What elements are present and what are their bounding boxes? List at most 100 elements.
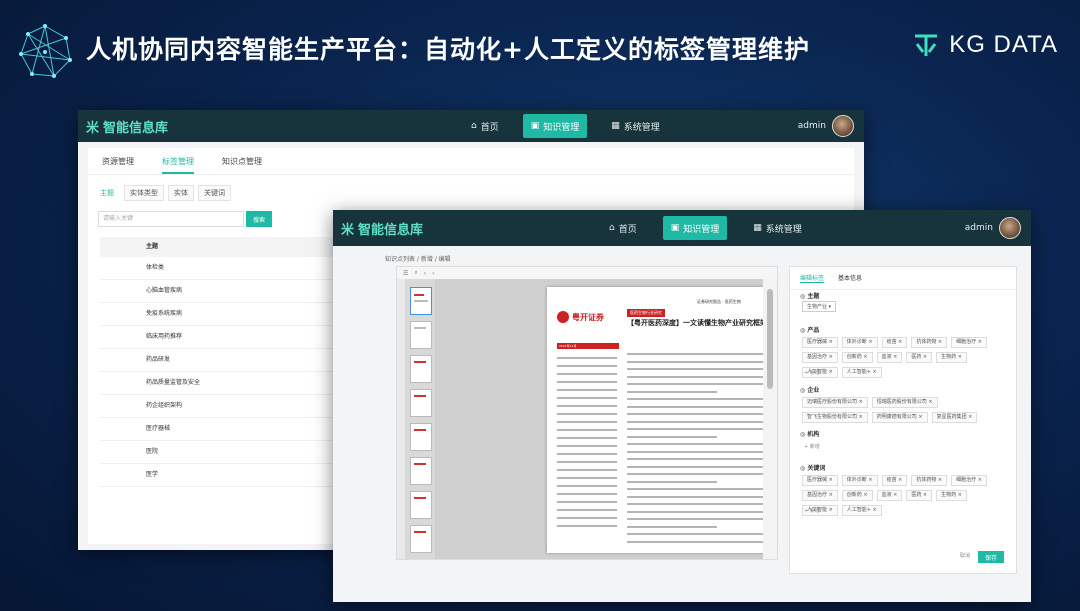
text-line bbox=[627, 390, 717, 393]
text-line bbox=[627, 488, 765, 490]
text-line bbox=[557, 461, 617, 463]
scroll-thumb[interactable] bbox=[767, 289, 773, 389]
text-line bbox=[627, 368, 765, 370]
text-line bbox=[627, 525, 717, 528]
page-thumbnail[interactable] bbox=[410, 355, 432, 383]
tab-edit-tags[interactable]: 编辑标签 bbox=[800, 273, 825, 283]
search-icon[interactable]: ⌕ bbox=[414, 269, 417, 277]
subtab-entity[interactable]: 实体 bbox=[168, 185, 194, 201]
broker-name: 粤开证券 bbox=[572, 312, 604, 322]
text-line bbox=[627, 375, 765, 378]
network-globe-icon bbox=[19, 24, 72, 78]
app-logo[interactable]: ⽶ 智能信息库 bbox=[341, 219, 423, 238]
product-chip[interactable]: 医疗器械 × bbox=[802, 337, 838, 348]
keyword-chip[interactable]: 血液 × bbox=[876, 490, 903, 501]
keyword-chip[interactable]: 医疗器械 × bbox=[802, 475, 838, 486]
nav-home-label: 首页 bbox=[480, 122, 499, 133]
nav-knowledge[interactable]: ▣ 知识管理 bbox=[522, 114, 588, 138]
nav-knowledge[interactable]: ▣ 知识管理 bbox=[662, 216, 728, 240]
page-thumbnail[interactable] bbox=[410, 287, 432, 315]
product-chip[interactable]: 生物药 × bbox=[936, 352, 967, 363]
nav-system-label: 系统管理 bbox=[765, 224, 802, 235]
text-line bbox=[557, 525, 617, 527]
user-menu[interactable]: admin bbox=[965, 210, 1021, 246]
text-line bbox=[557, 421, 617, 423]
add-keyword-button[interactable]: + 新增 bbox=[804, 507, 820, 514]
page-thumbnail[interactable] bbox=[410, 423, 432, 451]
nav-home[interactable]: ⌂ 首页 bbox=[463, 114, 507, 138]
subtab-topic[interactable]: 主题 bbox=[94, 185, 120, 201]
page-thumbnail[interactable] bbox=[410, 491, 432, 519]
page-thumbnail[interactable] bbox=[410, 321, 432, 349]
keyword-chip[interactable]: 人工智能+ × bbox=[841, 505, 882, 516]
search-button[interactable]: 搜索 bbox=[246, 211, 272, 227]
text-line bbox=[627, 435, 717, 438]
nav-system[interactable]: ▦ 系统管理 bbox=[745, 216, 810, 240]
product-chip[interactable]: 医药 × bbox=[906, 352, 933, 363]
company-chip[interactable]: 智飞生物股份有限公司 × bbox=[802, 412, 868, 423]
cancel-button[interactable]: 取消 bbox=[960, 552, 970, 559]
text-line bbox=[557, 389, 617, 391]
sidebar-toggle-icon[interactable]: ☰ bbox=[403, 270, 408, 277]
text-line bbox=[557, 437, 617, 439]
company-chip[interactable]: 药明康德有限公司 × bbox=[871, 412, 928, 423]
text-line bbox=[627, 450, 765, 453]
subtab-keyword[interactable]: 关键词 bbox=[198, 185, 231, 201]
username: admin bbox=[964, 223, 993, 233]
tab-tags[interactable]: 标签管理 bbox=[162, 156, 194, 174]
report-tag: 医药生物行业研究 bbox=[627, 309, 665, 317]
product-chip[interactable]: 创新药 × bbox=[841, 352, 873, 363]
save-button[interactable]: 保存 bbox=[978, 551, 1004, 563]
keyword-chip[interactable]: 体外诊断 × bbox=[841, 475, 878, 486]
text-line bbox=[627, 360, 765, 363]
add-product-button[interactable]: + 新增 bbox=[804, 369, 820, 376]
text-line bbox=[557, 365, 617, 367]
keyword-chip[interactable]: 生物药 × bbox=[936, 490, 967, 501]
product-chip[interactable]: 细胞治疗 × bbox=[951, 337, 987, 348]
keyword-chip[interactable]: 基因治疗 × bbox=[802, 490, 838, 501]
avatar[interactable] bbox=[999, 217, 1021, 239]
subtab-entity-type[interactable]: 实体类型 bbox=[124, 185, 164, 201]
page-thumbnail[interactable] bbox=[410, 457, 432, 485]
add-org-button[interactable]: + 新增 bbox=[804, 443, 820, 450]
app-logo-text: 智能信息库 bbox=[103, 120, 169, 136]
product-chip[interactable]: 疫苗 × bbox=[881, 337, 908, 348]
section-topic: ◎ 主题 bbox=[800, 293, 820, 300]
avatar[interactable] bbox=[832, 115, 854, 137]
keyword-chip[interactable]: 疫苗 × bbox=[881, 475, 908, 486]
tab-basic-info[interactable]: 基本信息 bbox=[838, 273, 862, 283]
user-menu[interactable]: admin bbox=[798, 110, 854, 142]
topic-select[interactable]: 生物产业 ▾ bbox=[802, 301, 837, 312]
company-chip[interactable]: 复星医药集团 × bbox=[931, 412, 978, 423]
keyword-chip[interactable]: 医药 × bbox=[906, 490, 933, 501]
prev-page-icon[interactable]: ‹ bbox=[424, 270, 426, 277]
product-chip[interactable]: 血液 × bbox=[876, 352, 903, 363]
viewer-scrollbar[interactable] bbox=[763, 279, 777, 559]
nav-home[interactable]: ⌂ 首页 bbox=[601, 216, 645, 240]
tab-knowledge-points[interactable]: 知识点管理 bbox=[222, 156, 262, 174]
page-thumbnail[interactable] bbox=[410, 525, 432, 553]
product-chip[interactable]: 抗体药物 × bbox=[911, 337, 948, 348]
company-chip[interactable]: 恒瑞医药股份有限公司 × bbox=[871, 397, 938, 408]
keyword-chip[interactable]: 抗体药物 × bbox=[911, 475, 948, 486]
document-tagging-window: ⽶ 智能信息库 ⌂ 首页 ▣ 知识管理 ▦ 系统管理 admin 知识点列表 / 新增… bbox=[333, 210, 1031, 602]
text-line bbox=[627, 413, 765, 415]
nav-system[interactable]: ▦ 系统管理 bbox=[603, 114, 668, 138]
page-thumbnail[interactable] bbox=[410, 389, 432, 417]
breadcrumb: 知识点列表 / 新增 / 编辑 bbox=[385, 256, 451, 263]
report-header-line: 证券研究报告 · 医药生物 bbox=[697, 299, 741, 304]
product-chip[interactable]: 体外诊断 × bbox=[841, 337, 878, 348]
text-line bbox=[627, 540, 765, 543]
product-chip[interactable]: 基因治疗 × bbox=[802, 352, 838, 363]
search-input[interactable]: 请输入关键 bbox=[98, 211, 244, 227]
app-logo[interactable]: ⽶ 智能信息库 bbox=[86, 117, 168, 136]
keyword-chip[interactable]: 创新药 × bbox=[841, 490, 873, 501]
keyword-chip[interactable]: 细胞治疗 × bbox=[951, 475, 987, 486]
tab-resource[interactable]: 资源管理 bbox=[102, 156, 134, 174]
next-page-icon[interactable]: › bbox=[432, 270, 434, 277]
section-company: ◎ 企业 bbox=[800, 387, 820, 394]
product-chip[interactable]: 人工智能+ × bbox=[841, 367, 882, 378]
text-line bbox=[627, 495, 765, 498]
company-chip[interactable]: 迈瑞医疗股份有限公司 × bbox=[802, 397, 868, 408]
section-keyword: ◎ 关键词 bbox=[800, 465, 826, 472]
